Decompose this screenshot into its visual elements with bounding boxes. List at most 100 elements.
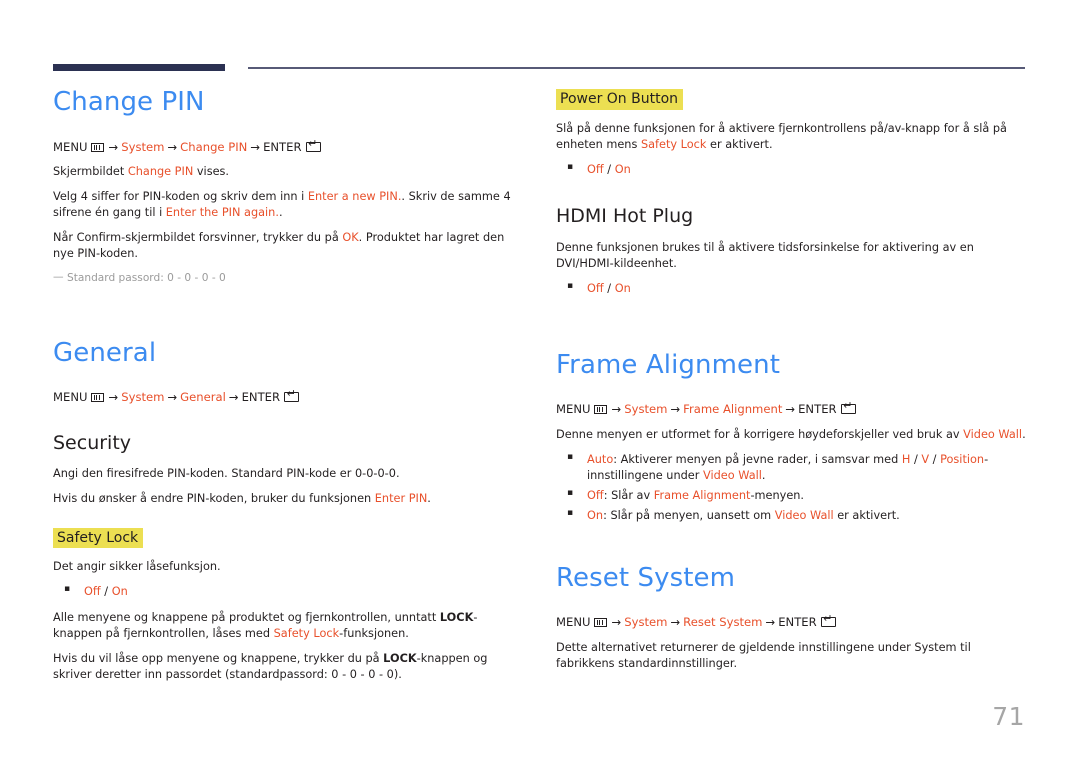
- list-item: Off: Slår av Frame Alignment-menyen.: [556, 487, 1026, 504]
- text-fragment: Denne menyen er utformet for å korrigere…: [556, 427, 964, 441]
- text-fragment: .: [761, 468, 766, 482]
- menu-icon: [593, 405, 607, 415]
- paragraph-reset-system-1: Dette alternativet returnerer de gjelden…: [556, 640, 971, 670]
- arrow-icon: →: [670, 402, 681, 417]
- menu-label: MENU: [556, 615, 591, 630]
- text-fragment: /: [929, 452, 941, 466]
- text-fragment: er aktivert.: [833, 508, 900, 522]
- text-fragment: : Aktiverer menyen på jevne rader, i sam…: [613, 452, 902, 466]
- option-auto: Auto: [587, 452, 614, 466]
- arrow-icon: →: [670, 615, 681, 630]
- text-fragment: .: [278, 205, 283, 219]
- option-off: Off: [84, 585, 101, 599]
- menu-icon: [593, 618, 607, 628]
- menu-path-item-frame-alignment: Frame Alignment: [683, 402, 783, 417]
- list-item: Off / On: [53, 583, 515, 600]
- header-rule-thin: [248, 67, 1025, 69]
- heading-power-on-button-highlight: Power On Button: [556, 89, 684, 110]
- right-column: Power On Button Slå på denne funksjonen …: [556, 88, 1026, 681]
- menu-path-general: MENU → System → General → ENTER: [53, 388, 515, 405]
- text-fragment: Slå på denne funksjonen for å aktivere f…: [556, 121, 1007, 151]
- arrow-icon: →: [765, 615, 776, 630]
- paragraph-change-pin-2: Velg 4 siffer for PIN-koden og skriv dem…: [53, 189, 515, 221]
- paragraph-power-on-button-1: Slå på denne funksjonen for å aktivere f…: [556, 121, 1026, 153]
- text-fragment: .: [1022, 427, 1026, 441]
- arrow-icon: →: [611, 402, 622, 417]
- enter-icon: [820, 613, 836, 628]
- heading-reset-system: Reset System: [556, 562, 736, 593]
- text-fragment: Skjermbildet: [53, 164, 128, 178]
- paragraph-hdmi-hot-plug-1: Denne funksjonen brukes til å aktivere t…: [556, 240, 974, 270]
- text-fragment: Hvis du vil låse opp menyene og knappene…: [53, 652, 384, 666]
- text-fragment-red: Video Wall: [703, 468, 762, 482]
- arrow-icon: →: [108, 139, 119, 154]
- text-fragment-red: Video Wall: [963, 427, 1023, 441]
- options-list-power-on-button: Off / On: [556, 161, 1026, 178]
- menu-label: MENU: [53, 390, 88, 405]
- paragraph-change-pin-3: Når Confirm-skjermbildet forsvinner, try…: [53, 230, 515, 262]
- heading-power-on-button: Power On Button: [556, 89, 684, 110]
- arrow-icon: →: [228, 390, 239, 405]
- text-fragment-red: Enter a new PIN.: [307, 189, 402, 203]
- text-fragment: .: [427, 492, 431, 506]
- heading-safety-lock: Safety Lock: [53, 527, 144, 549]
- paragraph-safety-lock-2: Alle menyene og knappene på produktet og…: [53, 610, 515, 642]
- text-fragment: Hvis du ønsker å endre PIN-koden, bruker…: [53, 492, 375, 506]
- page-header-rules: [0, 0, 1080, 80]
- menu-path-item-system: System: [624, 402, 668, 417]
- note-text: Standard passord: 0 - 0 - 0 - 0: [67, 271, 226, 284]
- options-list-frame-alignment: Auto: Aktiverer menyen på jevne rader, i…: [556, 451, 1026, 524]
- text-fragment-red: V: [921, 452, 930, 466]
- heading-general: General: [53, 337, 157, 368]
- arrow-icon: →: [167, 390, 178, 405]
- enter-label: ENTER: [241, 390, 281, 405]
- paragraph-security-2: Hvis du ønsker å endre PIN-koden, bruker…: [53, 491, 515, 507]
- option-on: On: [614, 162, 631, 176]
- option-separator: /: [100, 585, 112, 599]
- option-off: Off: [587, 162, 604, 176]
- menu-icon: [90, 142, 104, 152]
- enter-label: ENTER: [778, 615, 817, 630]
- menu-label: MENU: [53, 139, 88, 154]
- arrow-icon: →: [108, 390, 119, 405]
- text-fragment-red: Enter PIN: [374, 492, 428, 506]
- arrow-icon: →: [167, 139, 178, 154]
- option-off: Off: [587, 488, 604, 502]
- option-separator: /: [603, 162, 615, 176]
- note-default-password: — Standard passord: 0 - 0 - 0 - 0: [53, 271, 515, 286]
- menu-path-item-reset-system: Reset System: [683, 615, 763, 630]
- heading-safety-lock-highlight: Safety Lock: [53, 527, 144, 549]
- text-fragment-red: Safety Lock: [273, 627, 340, 641]
- text-fragment: Når Confirm-skjermbildet forsvinner, try…: [53, 230, 343, 244]
- paragraph-frame-alignment-1: Denne menyen er utformet for å korrigere…: [556, 427, 1026, 443]
- text-fragment: -menyen.: [750, 488, 805, 502]
- menu-icon: [90, 393, 104, 403]
- enter-icon: [840, 400, 856, 415]
- list-item: Auto: Aktiverer menyen på jevne rader, i…: [556, 451, 1026, 484]
- text-fragment: er aktivert.: [706, 137, 773, 151]
- option-on: On: [614, 281, 631, 295]
- menu-label: MENU: [556, 402, 591, 417]
- text-fragment-bold: LOCK: [383, 652, 417, 666]
- options-list-safety-lock: Off / On: [53, 583, 515, 600]
- text-fragment: vises.: [193, 164, 230, 178]
- text-fragment-red: OK: [342, 230, 359, 244]
- heading-hdmi-hot-plug: HDMI Hot Plug: [556, 204, 694, 227]
- page-number: 71: [992, 702, 1025, 731]
- text-fragment-red: Change PIN: [127, 164, 194, 178]
- manual-page: Change PIN MENU → System → Change PIN → ENTER …: [0, 0, 1080, 763]
- heading-change-pin: Change PIN: [53, 87, 205, 117]
- text-fragment: Alle menyene og knappene på produktet og…: [53, 611, 440, 625]
- list-item: On: Slår på menyen, uansett om Video Wal…: [556, 507, 1026, 524]
- heading-frame-alignment: Frame Alignment: [556, 349, 780, 380]
- text-fragment: -funksjonen.: [339, 627, 409, 641]
- option-separator: /: [603, 281, 615, 295]
- option-on: On: [587, 508, 604, 522]
- paragraph-safety-lock-1: Det angir sikker låsefunksjon.: [53, 560, 221, 574]
- left-column: Change PIN MENU → System → Change PIN → ENTER …: [53, 88, 515, 693]
- heading-security: Security: [53, 431, 132, 454]
- option-off: Off: [587, 281, 604, 295]
- menu-path-item-system: System: [624, 615, 668, 630]
- text-fragment-red: Frame Alignment: [653, 488, 751, 502]
- paragraph-safety-lock-3: Hvis du vil låse opp menyene og knappene…: [53, 651, 515, 683]
